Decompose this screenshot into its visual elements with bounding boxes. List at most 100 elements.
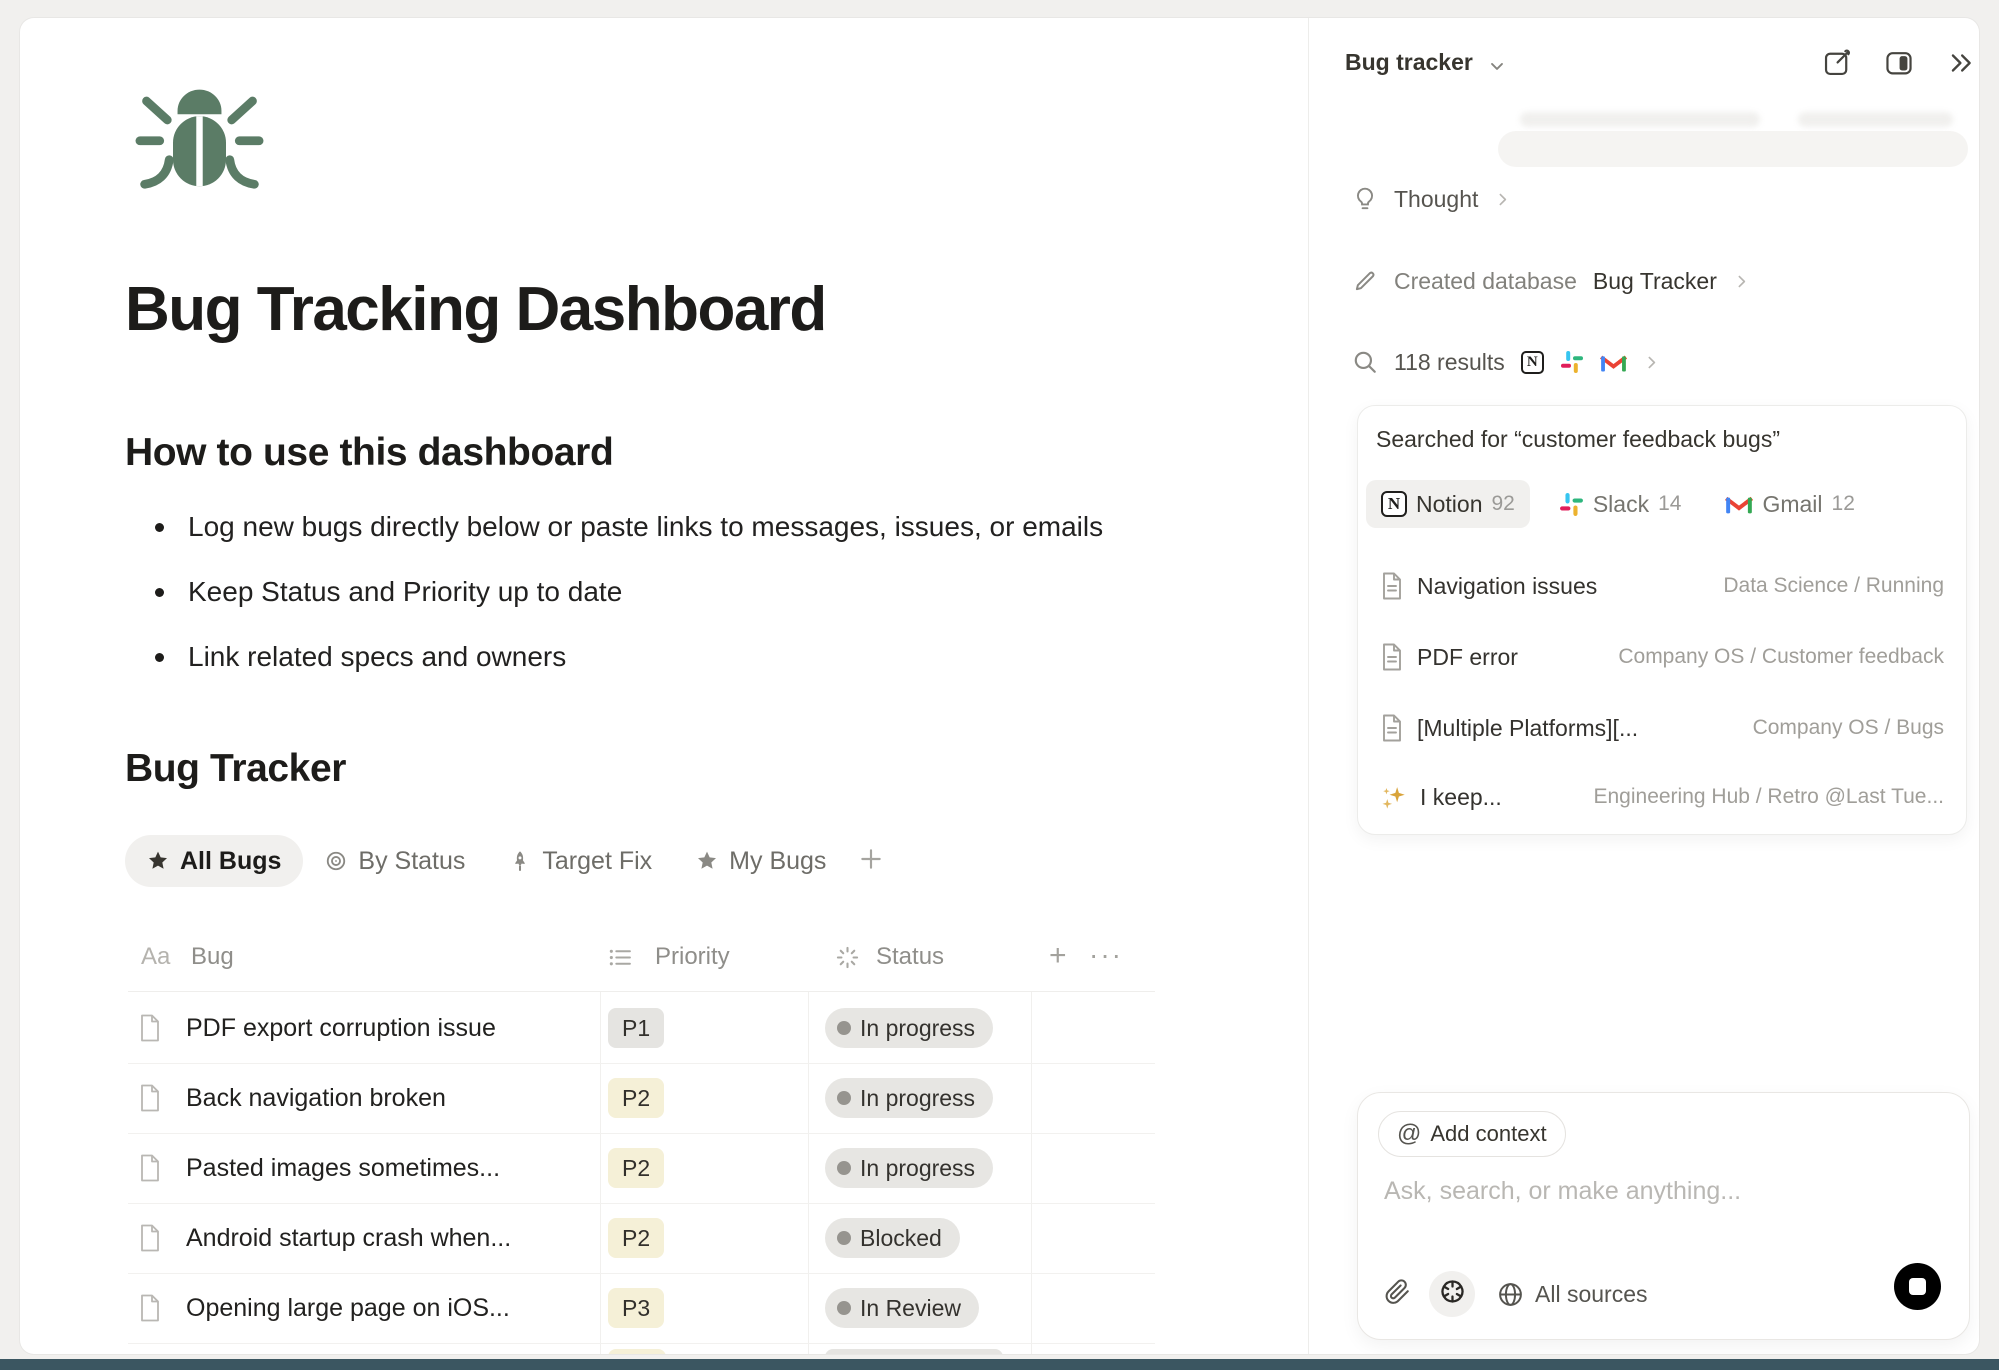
- table-row-partial[interactable]: [128, 1343, 1155, 1354]
- section-heading-how-to: How to use this dashboard: [125, 431, 613, 475]
- bug-icon: [134, 84, 265, 190]
- faded-scroll-remnant: [1520, 112, 1760, 127]
- chat-composer: @ Add context: [1357, 1092, 1970, 1340]
- toggle-panel-button[interactable]: [1881, 47, 1917, 83]
- activity-item-search-results[interactable]: 118 results N: [1352, 341, 1660, 383]
- view-tab-all-bugs[interactable]: All Bugs: [125, 835, 303, 887]
- text-type-icon: Aa: [141, 943, 170, 971]
- openai-logo-icon: [1439, 1278, 1466, 1310]
- panel-right-icon: [1884, 48, 1914, 83]
- list-icon: [608, 945, 633, 970]
- assistant-panel-title[interactable]: Bug tracker: [1345, 49, 1473, 76]
- view-tab-my-bugs[interactable]: My Bugs: [674, 835, 848, 887]
- view-tab-by-status[interactable]: By Status: [303, 835, 487, 887]
- compose-button[interactable]: [1819, 47, 1855, 83]
- page-title: Bug Tracking Dashboard: [125, 274, 826, 345]
- add-view-button[interactable]: [848, 846, 894, 877]
- faded-scroll-remnant: [1498, 131, 1968, 167]
- slack-logo-icon: [1559, 492, 1584, 517]
- table-row[interactable]: PDF export corruption issue P1 In progre…: [128, 993, 1155, 1064]
- bullet-icon: [155, 653, 164, 662]
- bug-title: Back navigation broken: [186, 1063, 446, 1133]
- source-tab-slack[interactable]: Slack 14: [1544, 480, 1697, 528]
- collapse-panel-button[interactable]: [1943, 47, 1979, 83]
- bug-title: Opening large page on iOS...: [186, 1273, 510, 1343]
- status-pill[interactable]: In progress: [825, 1148, 993, 1188]
- document-icon: [138, 1154, 162, 1182]
- search-result-row[interactable]: [Multiple Platforms][... Company OS / Bu…: [1358, 693, 1966, 763]
- status-dot-icon: [837, 1091, 851, 1105]
- document-icon: [1380, 643, 1404, 671]
- table-more-button[interactable]: ···: [1089, 939, 1123, 971]
- model-button[interactable]: [1429, 1271, 1475, 1317]
- notion-logo-icon: N: [1521, 351, 1544, 374]
- slack-logo-icon: [1560, 350, 1584, 374]
- activity-item-created-database[interactable]: Created database Bug Tracker: [1352, 260, 1750, 302]
- chevron-right-icon: [1733, 273, 1750, 290]
- status-pill: [825, 1349, 1003, 1354]
- compose-icon: [1822, 48, 1852, 83]
- source-tabs: N Notion 92 Slack 14 Gmail 12: [1366, 480, 1870, 528]
- globe-icon[interactable]: [1497, 1281, 1524, 1308]
- search-results-card: Searched for “customer feedback bugs” N …: [1357, 405, 1967, 835]
- status-pill[interactable]: Blocked: [825, 1218, 960, 1258]
- document-icon: [1380, 714, 1404, 742]
- all-sources-selector[interactable]: All sources: [1535, 1281, 1647, 1308]
- rocket-icon: [509, 850, 531, 872]
- column-header-status[interactable]: Status: [876, 943, 944, 971]
- plus-icon: [858, 846, 884, 877]
- attach-button[interactable]: [1385, 1279, 1411, 1310]
- priority-pill[interactable]: P2: [608, 1218, 664, 1258]
- document-icon: [138, 1014, 162, 1042]
- chevron-right-icon: [1643, 354, 1660, 371]
- table-row[interactable]: Pasted images sometimes... P2 In progres…: [128, 1133, 1155, 1204]
- add-column-button[interactable]: +: [1049, 939, 1067, 973]
- stop-icon: [1909, 1278, 1926, 1295]
- view-tab-target-fix[interactable]: Target Fix: [487, 835, 674, 887]
- status-dot-icon: [837, 1231, 851, 1245]
- column-header-priority[interactable]: Priority: [655, 943, 730, 971]
- panel-divider: [1308, 18, 1309, 1354]
- search-result-row[interactable]: PDF error Company OS / Customer feedback: [1358, 622, 1966, 692]
- star-icon: [147, 850, 169, 872]
- composer-toolbar: All sources: [1358, 1271, 1969, 1317]
- screen: Bug Tracking Dashboard How to use this d…: [0, 0, 1999, 1370]
- column-header-bug[interactable]: Bug: [191, 943, 234, 971]
- search-result-row[interactable]: Navigation issues Data Science / Running: [1358, 551, 1966, 621]
- page-icon-bug[interactable]: [134, 84, 265, 190]
- table-row[interactable]: Opening large page on iOS... P3 In Revie…: [128, 1273, 1155, 1344]
- status-dot-icon: [837, 1021, 851, 1035]
- table-row[interactable]: Back navigation broken P2 In progress: [128, 1063, 1155, 1134]
- gmail-logo-icon: [1600, 352, 1627, 373]
- table-row[interactable]: Android startup crash when... P2 Blocked: [128, 1203, 1155, 1274]
- chat-input[interactable]: [1382, 1175, 1946, 1239]
- chevron-down-icon[interactable]: [1487, 56, 1507, 81]
- lightbulb-icon: [1352, 186, 1378, 212]
- list-item: Log new bugs directly below or paste lin…: [125, 507, 1103, 547]
- add-context-button[interactable]: @ Add context: [1378, 1111, 1566, 1157]
- list-item: Keep Status and Priority up to date: [125, 572, 1103, 612]
- priority-pill[interactable]: P2: [608, 1148, 664, 1188]
- status-pill[interactable]: In Review: [825, 1288, 979, 1328]
- pencil-icon: [1352, 268, 1378, 294]
- activity-item-thought[interactable]: Thought: [1352, 178, 1511, 220]
- document-icon: [138, 1294, 162, 1322]
- priority-pill[interactable]: P1: [608, 1008, 664, 1048]
- status-dot-icon: [837, 1301, 851, 1315]
- source-tab-gmail[interactable]: Gmail 12: [1710, 480, 1869, 528]
- gmail-logo-icon: [1725, 493, 1753, 515]
- status-pill[interactable]: In progress: [825, 1078, 993, 1118]
- double-chevron-right-icon: [1946, 48, 1976, 83]
- stop-button[interactable]: [1894, 1263, 1941, 1310]
- bullet-icon: [155, 523, 164, 532]
- priority-pill[interactable]: P3: [608, 1288, 664, 1328]
- bug-title: PDF export corruption issue: [186, 993, 496, 1063]
- priority-pill: [608, 1349, 666, 1354]
- bullet-icon: [155, 588, 164, 597]
- document-icon: [138, 1224, 162, 1252]
- source-tab-notion[interactable]: N Notion 92: [1366, 480, 1530, 528]
- search-result-row[interactable]: I keep... Engineering Hub / Retro @Last …: [1358, 762, 1966, 832]
- status-pill[interactable]: In progress: [825, 1008, 993, 1048]
- priority-pill[interactable]: P2: [608, 1078, 664, 1118]
- view-tabs: All Bugs By Status Target Fix My Bugs: [125, 835, 894, 887]
